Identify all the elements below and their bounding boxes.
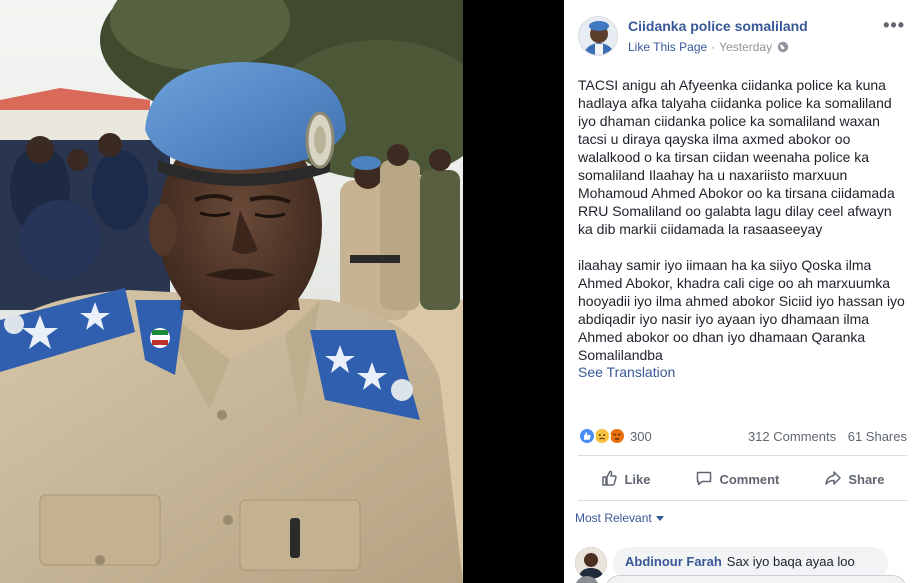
post-body: TACSI anigu ah Afyeenka ciidanka police … <box>578 76 908 382</box>
comment-text: Sax iyo baqa ayaa loo <box>726 554 855 569</box>
page-avatar-image <box>579 17 617 55</box>
write-comment-input[interactable] <box>605 575 907 583</box>
comments-shares-summary: 312 Comments 61 Shares <box>748 429 907 444</box>
post-paragraph-1: TACSI anigu ah Afyeenka ciidanka police … <box>578 77 895 237</box>
police-officer-photo <box>0 0 463 583</box>
comment-button-label: Comment <box>719 471 780 487</box>
comment-author-link[interactable]: Abdinour Farah <box>625 554 722 569</box>
caret-down-icon <box>655 515 664 521</box>
like-button-label: Like <box>624 471 651 487</box>
share-button[interactable]: Share <box>824 469 884 490</box>
subline-separator: · <box>711 40 716 54</box>
reaction-count: 300 <box>630 428 652 444</box>
post-photo[interactable] <box>0 0 463 583</box>
see-translation-link[interactable]: See Translation <box>578 364 675 380</box>
like-reaction-icon <box>578 427 596 445</box>
comment-sort-label: Most Relevant <box>575 511 652 525</box>
post-panel: Ciidanka police somaliland Like This Pag… <box>564 0 919 583</box>
viewer-gutter <box>463 0 564 583</box>
share-icon <box>824 469 842 490</box>
page-avatar[interactable] <box>578 16 618 56</box>
comment-sort-dropdown[interactable]: Most Relevant <box>575 511 664 525</box>
like-this-page-link[interactable]: Like This Page <box>628 40 707 54</box>
share-button-label: Share <box>848 471 885 487</box>
shares-count-link[interactable]: 61 Shares <box>848 429 907 444</box>
divider-top <box>578 455 907 456</box>
reactions-summary[interactable]: 300 <box>578 427 652 445</box>
divider-bottom <box>578 500 907 501</box>
globe-icon[interactable] <box>777 41 789 53</box>
comment-button[interactable]: Comment <box>695 469 779 490</box>
post-counts: 300 312 Comments 61 Shares <box>578 425 907 447</box>
commenter-avatar[interactable] <box>575 547 607 579</box>
post-timestamp[interactable]: Yesterday <box>719 40 772 54</box>
like-button[interactable]: Like <box>600 469 650 490</box>
thumbs-up-icon <box>600 469 618 490</box>
more-options-icon[interactable]: ••• <box>883 15 905 36</box>
comments-count-link[interactable]: 312 Comments <box>748 429 836 444</box>
post-actions-bar: Like Comment Share <box>578 462 907 496</box>
comment-icon <box>695 469 713 490</box>
post-header: Ciidanka police somaliland Like This Pag… <box>578 15 911 59</box>
page-name-link[interactable]: Ciidanka police somaliland <box>628 18 808 34</box>
post-subline: Like This Page · Yesterday <box>628 40 789 54</box>
post-paragraph-2: ilaahay samir iyo iimaan ha ka siiyo Qos… <box>578 257 905 363</box>
